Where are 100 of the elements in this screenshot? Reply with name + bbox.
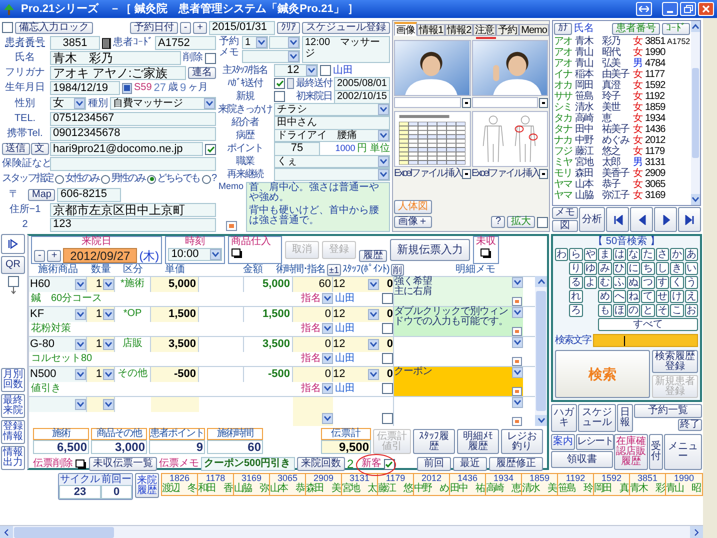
patient-row[interactable]: フジ 藤江 悠之 女 1179 — [554, 146, 690, 157]
checkbox[interactable] — [320, 65, 331, 76]
recent-patient[interactable]: 3131 宮地 太 — [342, 474, 378, 495]
scroll-up-button[interactable] — [535, 276, 547, 287]
memo-button[interactable] — [226, 221, 236, 231]
recent-patient[interactable]: 1436 田中 祐 — [450, 474, 486, 495]
schedule-register-button[interactable]: スケジュール登録 — [302, 22, 390, 34]
patient-row[interactable]: シミ 清水 美世 女 1859 — [554, 102, 690, 113]
analysis-button[interactable]: 分析 — [579, 207, 605, 232]
dropdown[interactable]: チラシ — [274, 103, 390, 116]
recent-patient[interactable]: 2012 中野 め — [414, 474, 450, 495]
kana-button[interactable]: さ — [656, 248, 670, 261]
checkbox[interactable] — [382, 323, 393, 334]
recent-patient[interactable]: 1178 和田 香 — [198, 474, 234, 495]
patient-row[interactable]: ナカ 中野 めぐみ 女 2012 — [554, 135, 690, 146]
kana-button[interactable]: ほ — [612, 304, 626, 317]
checkbox[interactable] — [382, 353, 393, 364]
input-field[interactable]: A1752 — [155, 36, 216, 50]
dropdown[interactable]: 12 — [274, 64, 318, 77]
all-button[interactable]: すべて — [598, 318, 698, 331]
nomination-select[interactable]: 指名 — [293, 292, 333, 306]
detail-memo-cell[interactable]: 強く希望 主に右肩 — [393, 277, 523, 306]
kana-button[interactable]: の — [626, 304, 640, 317]
unpaid-list-button[interactable]: 未収伝票一覧 — [89, 457, 157, 471]
kana-button[interactable]: そ — [656, 304, 670, 317]
figure-button[interactable]: 図 — [552, 220, 578, 232]
product-select[interactable]: KF — [29, 307, 87, 322]
kana-button[interactable]: ま — [598, 248, 612, 261]
resize-button[interactable] — [636, 2, 652, 16]
input-field[interactable]: 田中さん — [274, 116, 390, 130]
scrollbar-thumb[interactable] — [536, 291, 546, 411]
slip-memo-field[interactable]: クーポン500円引き — [201, 457, 295, 471]
joint-name-button[interactable]: 連名 — [188, 67, 216, 80]
radio-option[interactable]: 女性のみ — [55, 174, 99, 184]
input-field[interactable]: 0751234567 — [50, 112, 216, 126]
recent-patient[interactable]: 3851 青木 彩 — [630, 474, 666, 495]
tab[interactable]: 注意 — [473, 24, 496, 36]
detail-memo-cell[interactable]: ダブルクリックで別ウィンドウでの入力も可能です。 — [393, 307, 523, 336]
end-button[interactable]: 終了 — [678, 419, 702, 431]
kana-button[interactable]: み — [598, 262, 612, 275]
reception-button[interactable]: 受付 — [649, 434, 663, 470]
nomination-select[interactable]: 指名 — [293, 352, 333, 366]
kana-button[interactable]: つ — [641, 276, 655, 289]
new-slip-button[interactable]: 新規伝票入力 — [390, 239, 470, 261]
dropdown[interactable]: ドライアイ 腰痛 — [274, 129, 390, 142]
kana-button[interactable]: か — [670, 248, 684, 261]
quantity-select[interactable]: 1 — [87, 367, 115, 382]
kana-button[interactable]: す — [656, 276, 670, 289]
scroll-down-button[interactable] — [535, 415, 547, 426]
recent-patient[interactable]: 1192 笹島 玲 — [558, 474, 594, 495]
kana-button[interactable]: る — [569, 276, 583, 289]
input-field[interactable]: 2005/08/01 — [334, 76, 390, 90]
recent-patient[interactable]: 1179 藤江 悠 — [378, 474, 414, 495]
patient-row[interactable]: ササ 笹島 玲子 女 1192 — [554, 91, 690, 102]
stock-button[interactable]: 在庫確認店販履歴 — [614, 434, 648, 470]
kana-button[interactable]: て — [641, 290, 655, 303]
minus-button[interactable]: - — [34, 250, 46, 262]
memo-field[interactable]: 首、肩中心。強さは普通ーやや強め。 背中も硬いけど、首中から腰は強さ普通で。 — [246, 182, 390, 232]
checkbox[interactable] — [384, 458, 395, 470]
dropdown[interactable] — [269, 36, 300, 49]
input-field[interactable]: 1984/12/19 — [50, 81, 120, 96]
number-sort-button[interactable]: 患者番号 — [612, 22, 660, 34]
kana-button[interactable]: お — [684, 304, 698, 317]
product-select[interactable]: H60 — [29, 277, 87, 292]
nav-button[interactable]: 最近 — [453, 457, 487, 471]
checkbox[interactable] — [382, 293, 393, 304]
delete-button[interactable]: 削 — [390, 264, 404, 276]
recent-patient[interactable]: 1826 渡辺 冬 — [162, 474, 198, 495]
kana-button[interactable]: に — [626, 262, 640, 275]
kana-button[interactable]: こ — [670, 304, 684, 317]
recent-patient[interactable]: 1592 岡田 真 — [594, 474, 630, 495]
checkbox[interactable] — [205, 52, 216, 64]
history-button[interactable]: 明細ﾒﾓ履歴 — [457, 429, 499, 454]
first-record-button[interactable] — [606, 207, 629, 232]
visit-history-button[interactable]: 来院履歴 — [135, 473, 159, 498]
send-button[interactable]: 送信 — [2, 143, 30, 156]
staff-select[interactable]: 12 — [333, 307, 379, 322]
reservation-date-button[interactable]: 予約日付 — [130, 22, 178, 34]
daily-report-button[interactable]: 日報 — [617, 404, 633, 432]
search-field[interactable] — [593, 334, 698, 347]
radio-option[interactable]: 男性のみ — [101, 174, 145, 184]
dropdown-button[interactable] — [539, 168, 548, 178]
patient-row[interactable]: タナ 田中 祐美子 女 1436 — [554, 124, 690, 135]
patient-number-link[interactable]: 患者番号 — [2, 38, 48, 48]
small-button[interactable] — [287, 78, 294, 89]
quantity-select[interactable]: 1 — [87, 307, 115, 322]
dropdown[interactable]: 女 — [50, 97, 86, 110]
dropdown-button[interactable] — [462, 98, 470, 108]
play-button[interactable] — [1, 234, 25, 254]
kana-button[interactable]: れ — [569, 290, 583, 303]
kana-button[interactable]: ろ — [569, 304, 583, 317]
quantity-select[interactable] — [87, 397, 115, 412]
recent-patient[interactable]: 1859 清水 美 — [522, 474, 558, 495]
close-button[interactable] — [698, 2, 714, 16]
tab[interactable]: 情報2 — [445, 24, 474, 36]
history-button[interactable]: ｽﾀｯﾌ履歴 — [413, 429, 455, 454]
visit-date-field[interactable]: 2012/09/27 — [63, 248, 138, 263]
zoom-button[interactable]: 拡大 — [507, 216, 535, 228]
kana-button[interactable]: き — [670, 262, 684, 275]
menu-button[interactable]: メニュー — [664, 434, 702, 470]
